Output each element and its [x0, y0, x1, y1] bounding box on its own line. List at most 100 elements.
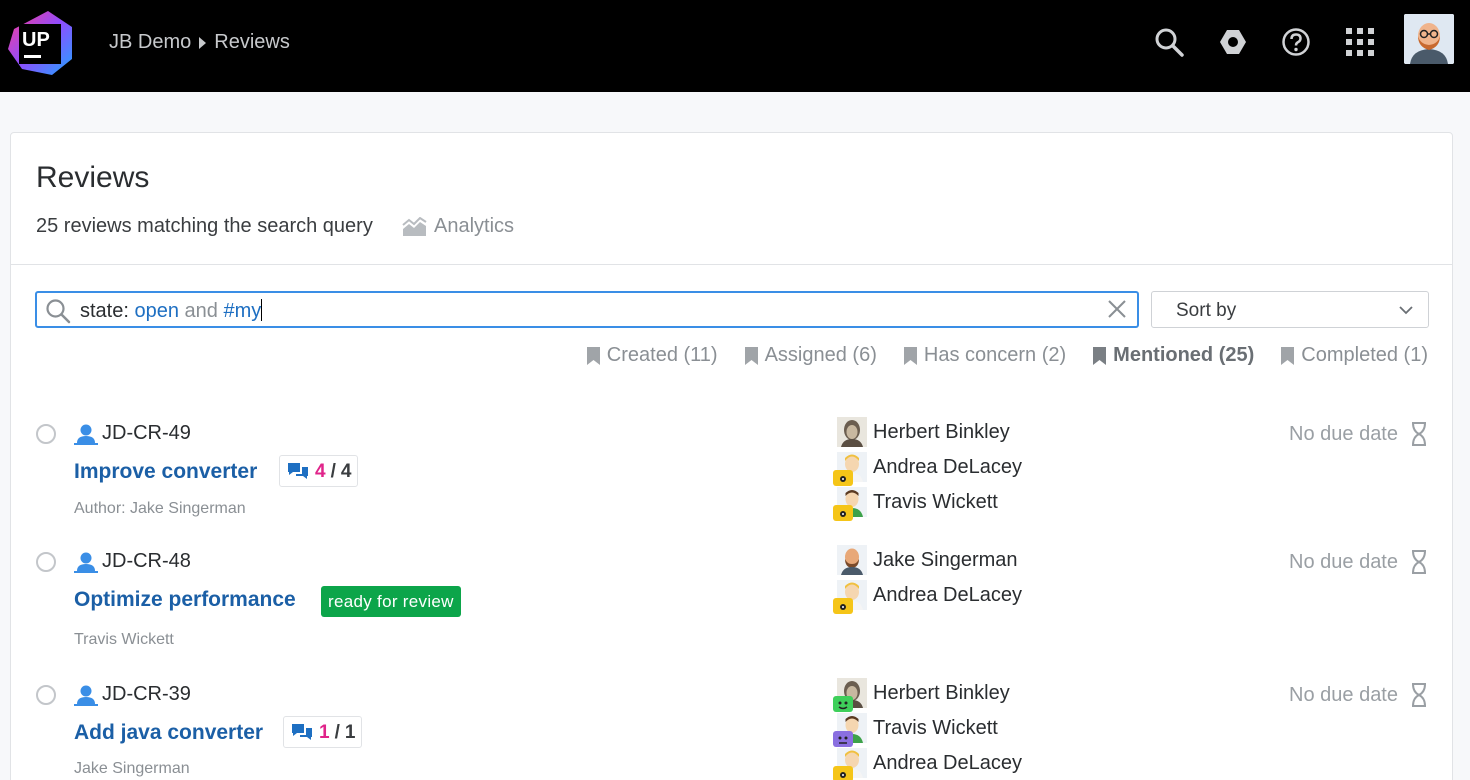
comments-icon [292, 724, 312, 740]
review-select-radio[interactable] [36, 685, 56, 705]
due-date[interactable]: No due date [1289, 422, 1428, 446]
review-title[interactable]: Add java converter [74, 721, 263, 745]
due-date[interactable]: No due date [1289, 683, 1428, 707]
filter-created[interactable]: Created (11) [586, 344, 718, 367]
comments-total-count: 1 [344, 722, 356, 743]
header-divider [11, 264, 1452, 265]
quick-filters: Created (11) Assigned (6) Has concern (2… [586, 344, 1428, 367]
participant[interactable]: Travis Wickett [833, 484, 998, 521]
review-select-radio[interactable] [36, 424, 56, 444]
analytics-label: Analytics [434, 215, 515, 237]
text-caret [261, 299, 263, 321]
top-navigation-bar: UP JB Demo Reviews [0, 0, 1470, 92]
analytics-chart-icon [402, 216, 427, 236]
due-date-label: No due date [1289, 550, 1398, 573]
bookmark-icon [903, 346, 917, 365]
review-id[interactable]: JD-CR-39 [74, 683, 191, 706]
apps-grid-icon[interactable] [1344, 26, 1376, 58]
participant[interactable]: Travis Wickett [833, 710, 998, 747]
due-date[interactable]: No due date [1289, 550, 1428, 574]
review-author: Travis Wickett [74, 631, 174, 648]
search-query[interactable]: state: open and #my [80, 299, 263, 323]
bookmark-icon [744, 346, 758, 365]
breadcrumb-separator-icon [199, 36, 207, 49]
comments-badge[interactable]: 1 / 1 [283, 716, 363, 748]
user-icon [74, 424, 98, 445]
avatar [833, 713, 867, 747]
breadcrumb-section[interactable]: Reviews [214, 31, 290, 54]
filter-mentioned[interactable]: Mentioned (25) [1092, 344, 1254, 367]
filter-label: Created (11) [606, 344, 718, 366]
hexagon-settings-icon[interactable] [1217, 26, 1249, 58]
chevron-down-icon [1398, 302, 1414, 324]
participant-name: Herbert Binkley [873, 420, 1010, 443]
participant-name: Travis Wickett [873, 716, 998, 739]
query-operator: and [178, 300, 224, 322]
review-select-radio[interactable] [36, 552, 56, 572]
help-icon[interactable] [1280, 26, 1312, 58]
review-id-label: JD-CR-49 [102, 422, 191, 444]
review-title[interactable]: Improve converter [74, 460, 257, 484]
watching-eye-icon [833, 505, 853, 521]
avatar [837, 417, 867, 447]
watching-eye-icon [833, 766, 853, 780]
participant[interactable]: Herbert Binkley [837, 414, 1010, 450]
comments-separator: / [334, 722, 340, 743]
filter-has-concern[interactable]: Has concern (2) [903, 344, 1066, 367]
review-id-label: JD-CR-39 [102, 683, 191, 705]
filter-label: Completed (1) [1301, 344, 1428, 366]
query-key: state: [80, 300, 135, 322]
avatar [833, 487, 867, 521]
participant[interactable]: Herbert Binkley [833, 675, 1010, 712]
review-author: Jake Singerman [74, 760, 190, 777]
review-title[interactable]: Optimize performance [74, 588, 296, 612]
results-summary: 25 reviews matching the search query [36, 215, 373, 237]
review-id-label: JD-CR-48 [102, 550, 191, 572]
participant-name: Travis Wickett [873, 490, 998, 513]
user-icon [74, 552, 98, 573]
upsource-logo[interactable]: UP [8, 11, 74, 75]
due-date-label: No due date [1289, 683, 1398, 706]
due-date-label: No due date [1289, 422, 1398, 445]
sort-dropdown[interactable]: Sort by [1151, 291, 1429, 328]
search-icon[interactable] [1153, 26, 1185, 58]
query-value: open [134, 300, 179, 322]
breadcrumb-project[interactable]: JB Demo [109, 31, 191, 54]
filter-label: Mentioned (25) [1113, 344, 1255, 366]
participant-name: Andrea DeLacey [873, 751, 1022, 774]
comments-icon [288, 463, 308, 479]
review-author: Author: Jake Singerman [74, 500, 246, 517]
avatar [837, 545, 867, 575]
review-id[interactable]: JD-CR-49 [74, 422, 191, 445]
comments-badge[interactable]: 4 / 4 [279, 455, 359, 487]
current-user-avatar[interactable] [1404, 14, 1454, 64]
breadcrumb: JB Demo Reviews [109, 31, 290, 54]
analytics-link[interactable]: Analytics [402, 215, 514, 238]
page-title: Reviews [36, 161, 150, 194]
review-id[interactable]: JD-CR-48 [74, 550, 191, 573]
participant-name: Jake Singerman [873, 548, 1018, 571]
filter-label: Has concern (2) [923, 344, 1067, 366]
clear-search-icon[interactable] [1106, 298, 1128, 325]
reviews-card: Reviews 25 reviews matching the search q… [10, 132, 1453, 780]
participant[interactable]: Andrea DeLacey [833, 745, 1022, 780]
hourglass-icon [1412, 683, 1426, 707]
review-state-tag[interactable]: ready for review [321, 586, 461, 617]
participant[interactable]: Andrea DeLacey [833, 577, 1022, 614]
participant-name: Andrea DeLacey [873, 583, 1022, 606]
user-icon [74, 685, 98, 706]
participant[interactable]: Andrea DeLacey [833, 449, 1022, 486]
filter-completed[interactable]: Completed (1) [1280, 344, 1428, 367]
watching-eye-icon [833, 598, 853, 614]
participant-name: Herbert Binkley [873, 681, 1010, 704]
comments-total-count: 4 [340, 461, 352, 482]
search-input[interactable]: state: open and #my [35, 291, 1139, 328]
avatar [833, 452, 867, 486]
hourglass-icon [1412, 422, 1426, 446]
logo-text: UP [22, 29, 50, 51]
filter-label: Assigned (6) [764, 344, 877, 366]
search-icon [45, 298, 71, 329]
participant[interactable]: Jake Singerman [837, 542, 1018, 578]
filter-assigned[interactable]: Assigned (6) [744, 344, 877, 367]
avatar [833, 748, 867, 780]
